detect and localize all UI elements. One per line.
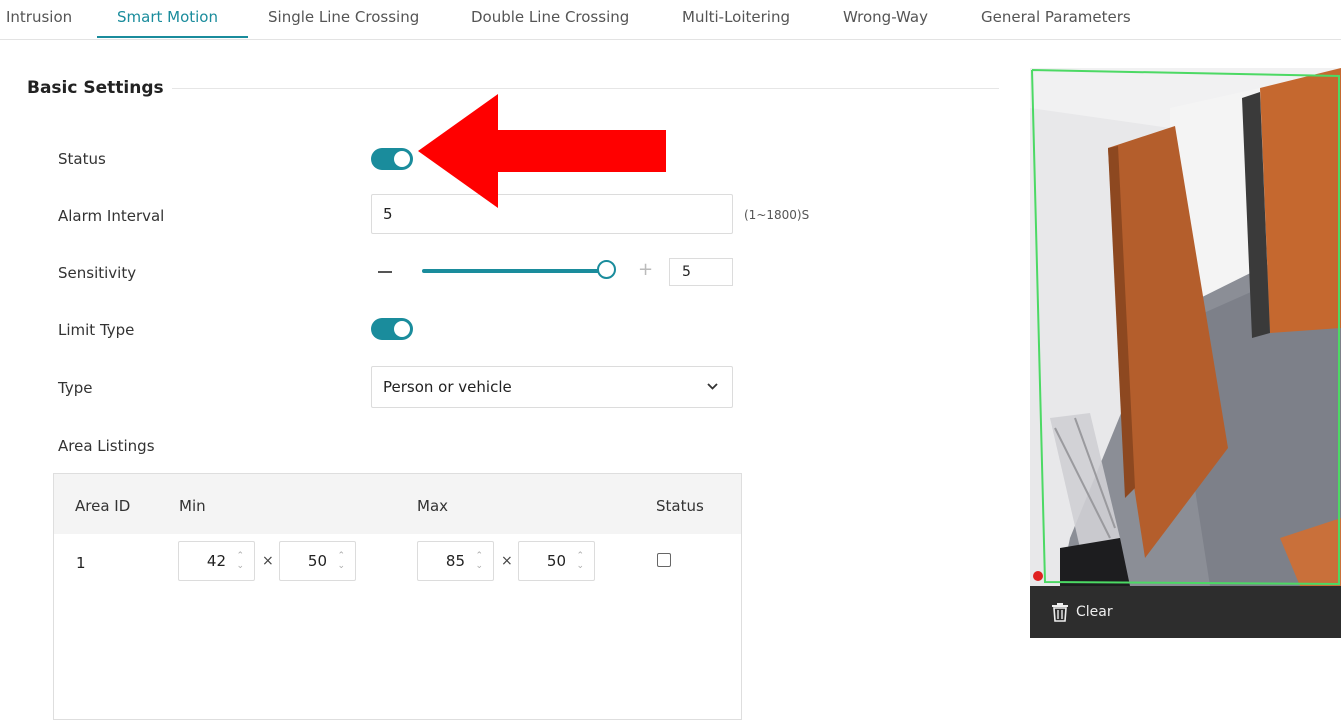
- toggle-knob: [394, 151, 410, 167]
- toggle-knob: [394, 321, 410, 337]
- status-label: Status: [58, 150, 106, 168]
- sensitivity-slider-handle[interactable]: [597, 260, 616, 279]
- alarm-interval-label: Alarm Interval: [58, 207, 165, 225]
- min-width-stepper[interactable]: 42 ⌃ ⌄: [178, 541, 255, 581]
- sensitivity-slider-track[interactable]: [422, 269, 608, 273]
- tab-multi-loitering[interactable]: Multi-Loitering: [682, 8, 790, 38]
- min-width-value: 42: [206, 552, 226, 570]
- area-listings-label: Area Listings: [58, 437, 155, 455]
- max-width-stepper[interactable]: 85 ⌃ ⌄: [417, 541, 494, 581]
- plus-icon[interactable]: +: [638, 259, 653, 280]
- max-width-value: 85: [445, 552, 465, 570]
- column-header-min: Min: [179, 497, 206, 515]
- area-status-checkbox[interactable]: [657, 553, 671, 567]
- tab-single-line-crossing[interactable]: Single Line Crossing: [268, 8, 419, 38]
- sensitivity-label: Sensitivity: [58, 264, 137, 282]
- tab-intrusion[interactable]: Intrusion: [6, 8, 72, 38]
- column-header-max: Max: [417, 497, 449, 515]
- type-label: Type: [58, 379, 93, 397]
- sensitivity-value-input[interactable]: 5: [669, 258, 733, 286]
- spinner-arrows-icon[interactable]: ⌃ ⌄: [337, 551, 345, 571]
- type-select[interactable]: Person or vehicle: [371, 366, 733, 408]
- tab-general-parameters[interactable]: General Parameters: [981, 8, 1131, 38]
- limit-type-label: Limit Type: [58, 321, 135, 339]
- min-separator: ×: [262, 553, 274, 569]
- section-divider: [172, 88, 999, 89]
- type-selected-value: Person or vehicle: [383, 378, 512, 396]
- alarm-interval-range-hint: (1~1800)S: [744, 208, 810, 222]
- section-title: Basic Settings: [27, 78, 164, 98]
- spinner-arrows-icon[interactable]: ⌃ ⌄: [475, 551, 483, 571]
- clear-label: Clear: [1076, 604, 1113, 620]
- preview-toolbar: Clear: [1030, 586, 1341, 638]
- tab-wrong-way[interactable]: Wrong-Way: [843, 8, 928, 38]
- min-height-value: 50: [307, 552, 327, 570]
- minus-icon[interactable]: [378, 271, 392, 273]
- max-height-stepper[interactable]: 50 ⌃ ⌄: [518, 541, 595, 581]
- camera-scene: [1030, 68, 1341, 586]
- camera-preview[interactable]: [1030, 68, 1341, 586]
- tab-smart-motion[interactable]: Smart Motion: [117, 8, 218, 38]
- min-height-stepper[interactable]: 50 ⌃ ⌄: [279, 541, 356, 581]
- spinner-arrows-icon[interactable]: ⌃ ⌄: [236, 551, 244, 571]
- max-height-value: 50: [546, 552, 566, 570]
- spinner-arrows-icon[interactable]: ⌃ ⌄: [576, 551, 584, 571]
- tab-bar: Intrusion Smart Motion Single Line Cross…: [0, 0, 1341, 40]
- annotation-arrow-icon: [418, 94, 666, 208]
- status-toggle[interactable]: [371, 148, 413, 170]
- area-listings-table: Area ID Min Max Status 1: [53, 473, 742, 720]
- row-area-id: 1: [76, 554, 86, 572]
- limit-type-toggle[interactable]: [371, 318, 413, 340]
- table-header: Area ID Min Max Status: [54, 474, 741, 534]
- column-header-area-id: Area ID: [75, 497, 131, 515]
- trash-icon: [1052, 603, 1068, 622]
- tab-double-line-crossing[interactable]: Double Line Crossing: [471, 8, 629, 38]
- max-separator: ×: [501, 553, 513, 569]
- chevron-down-icon: [707, 377, 718, 399]
- clear-button[interactable]: Clear: [1050, 602, 1113, 622]
- column-header-status: Status: [656, 497, 704, 515]
- active-tab-indicator: [97, 36, 248, 38]
